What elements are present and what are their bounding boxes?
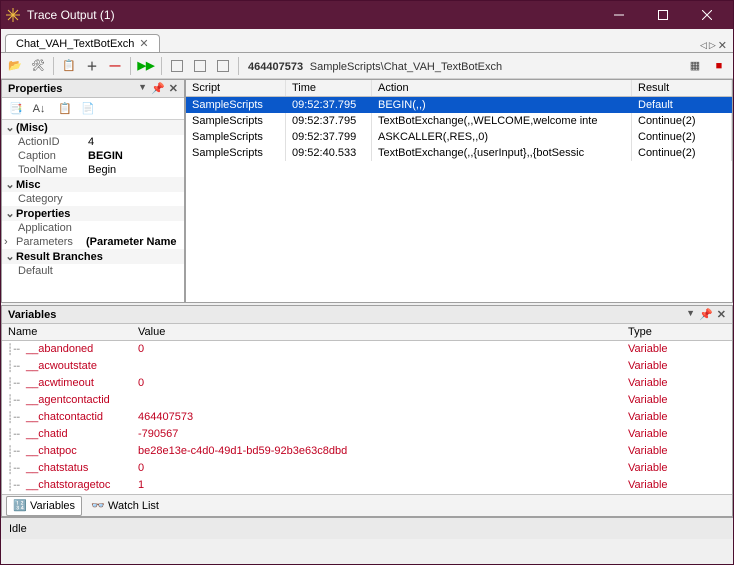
trace-output-window: Trace Output (1) Chat_VAH_TextBotExch ✕ … [0, 0, 734, 565]
window-title: Trace Output (1) [27, 8, 597, 22]
tools-icon[interactable]: 🛠 [28, 56, 48, 76]
col-name[interactable]: Name [2, 324, 132, 340]
variable-row[interactable]: ┊╌__chatstoragetoc1Variable [2, 477, 732, 494]
status-text: Idle [9, 523, 27, 535]
breadcrumb: 464407573 SampleScripts\Chat_VAH_TextBot… [248, 59, 502, 73]
paste-icon[interactable]: 📄 [78, 99, 98, 119]
prop-parameters[interactable]: ›Parameters(Parameter Name [2, 235, 184, 249]
col-script[interactable]: Script [186, 80, 286, 96]
watch-tab-icon: 👓 [91, 499, 105, 513]
prop-application[interactable]: Application [2, 221, 184, 235]
variable-row[interactable]: ┊╌__chatstatus0Variable [2, 460, 732, 477]
tab-prev-icon[interactable]: ◁ [700, 40, 707, 51]
pin-icon[interactable]: 📌 [699, 308, 713, 321]
tab-menu-icon[interactable]: ✕ [718, 39, 727, 52]
open-icon[interactable]: 📂 [5, 56, 25, 76]
caret-down-icon: ⌄ [4, 178, 16, 191]
sort-icon[interactable]: A↓ [29, 99, 49, 119]
prop-actionid[interactable]: ActionID4 [2, 135, 184, 149]
col-result[interactable]: Result [632, 80, 732, 96]
document-tabbar: Chat_VAH_TextBotExch ✕ ◁ ▷ ✕ [1, 29, 733, 53]
remove-icon[interactable]: — [105, 56, 125, 76]
copy-icon[interactable]: 📋 [55, 99, 75, 119]
prop-default[interactable]: Default [2, 264, 184, 278]
close-button[interactable] [685, 1, 729, 29]
contact-id: 464407573 [248, 61, 303, 73]
panel-close-icon[interactable]: ✕ [169, 82, 178, 95]
caret-down-icon: ⌄ [4, 250, 16, 263]
variable-row[interactable]: ┊╌__agentcontactidVariable [2, 392, 732, 409]
pin-icon[interactable]: 📌 [151, 82, 165, 95]
tab-chat-vah[interactable]: Chat_VAH_TextBotExch ✕ [5, 34, 160, 52]
variable-row[interactable]: ┊╌__chatpocbe28e13e-c4d0-49d1-bd59-92b3e… [2, 443, 732, 460]
script-path: SampleScripts\Chat_VAH_TextBotExch [310, 61, 502, 73]
trace-row[interactable]: SampleScripts09:52:37.799ASKCALLER(,RES,… [186, 129, 732, 145]
add-icon[interactable]: ＋ [82, 56, 102, 76]
grid-icon[interactable]: ▦ [685, 56, 705, 76]
properties-header[interactable]: Properties ▼ 📌 ✕ [2, 80, 184, 98]
trace-row[interactable]: SampleScripts09:52:37.795BEGIN(,,)Defaul… [186, 97, 732, 113]
group-misc[interactable]: ⌄Misc [2, 177, 184, 192]
variables-body[interactable]: ┊╌__abandoned0Variable┊╌__acwoutstateVar… [2, 341, 732, 494]
status-bar: Idle [1, 517, 733, 539]
prop-caption[interactable]: CaptionBEGIN [2, 149, 184, 163]
panel-close-icon[interactable]: ✕ [717, 308, 726, 321]
group-result-branches[interactable]: ⌄Result Branches [2, 249, 184, 264]
caret-down-icon: ⌄ [4, 121, 16, 134]
trace-header[interactable]: Script Time Action Result [186, 80, 732, 97]
titlebar[interactable]: Trace Output (1) [1, 1, 733, 29]
col-type[interactable]: Type [622, 324, 732, 340]
variable-row[interactable]: ┊╌__abandoned0Variable [2, 341, 732, 358]
caret-right-icon: › [4, 236, 16, 248]
caret-down-icon: ⌄ [4, 207, 16, 220]
variables-tab-icon: 🔢 [13, 499, 27, 513]
variables-header[interactable]: Variables ▼ 📌 ✕ [2, 306, 732, 324]
prop-toolname[interactable]: ToolNameBegin [2, 163, 184, 177]
app-icon [5, 7, 21, 23]
properties-toolbar: 📑 A↓ 📋 📄 [2, 98, 184, 120]
panel-dropdown-icon[interactable]: ▼ [686, 308, 695, 321]
panel-dropdown-icon[interactable]: ▼ [138, 82, 147, 95]
minimize-button[interactable] [597, 1, 641, 29]
variables-tabbar: 🔢Variables 👓Watch List [2, 494, 732, 516]
group-misc-paren[interactable]: ⌄(Misc) [2, 120, 184, 135]
variables-columns[interactable]: Name Value Type [2, 324, 732, 341]
col-action[interactable]: Action [372, 80, 632, 96]
categorize-icon[interactable]: 📑 [6, 99, 26, 119]
maximize-button[interactable] [641, 1, 685, 29]
step-into-icon[interactable] [190, 56, 210, 76]
run-icon[interactable]: ▶▶ [136, 56, 156, 76]
step-out-icon[interactable] [213, 56, 233, 76]
variables-panel: Variables ▼ 📌 ✕ Name Value Type ┊╌__aban… [1, 305, 733, 517]
group-properties[interactable]: ⌄Properties [2, 206, 184, 221]
stop-icon[interactable]: ■ [709, 56, 729, 76]
tab-watch-list[interactable]: 👓Watch List [84, 496, 166, 516]
main-toolbar: 📂 🛠 📋 ＋ — ▶▶ 464407573 SampleScripts\Cha… [1, 53, 733, 79]
tab-variables[interactable]: 🔢Variables [6, 496, 82, 516]
tab-close-icon[interactable]: ✕ [139, 37, 148, 50]
col-value[interactable]: Value [132, 324, 622, 340]
variable-row[interactable]: ┊╌__acwoutstateVariable [2, 358, 732, 375]
variable-row[interactable]: ┊╌__chatid-790567Variable [2, 426, 732, 443]
trace-row[interactable]: SampleScripts09:52:37.795TextBotExchange… [186, 113, 732, 129]
variable-row[interactable]: ┊╌__chatcontactid464407573Variable [2, 409, 732, 426]
step-over-icon[interactable] [167, 56, 187, 76]
tab-label: Chat_VAH_TextBotExch [16, 38, 134, 50]
properties-panel: Properties ▼ 📌 ✕ 📑 A↓ 📋 📄 ⌄(Misc) Action… [1, 79, 185, 303]
clipboard-icon[interactable]: 📋 [59, 56, 79, 76]
variable-row[interactable]: ┊╌__acwtimeout0Variable [2, 375, 732, 392]
col-time[interactable]: Time [286, 80, 372, 96]
prop-category[interactable]: Category [2, 192, 184, 206]
trace-row[interactable]: SampleScripts09:52:40.533TextBotExchange… [186, 145, 732, 161]
tab-next-icon[interactable]: ▷ [709, 40, 716, 51]
trace-grid: Script Time Action Result SampleScripts0… [185, 79, 733, 303]
